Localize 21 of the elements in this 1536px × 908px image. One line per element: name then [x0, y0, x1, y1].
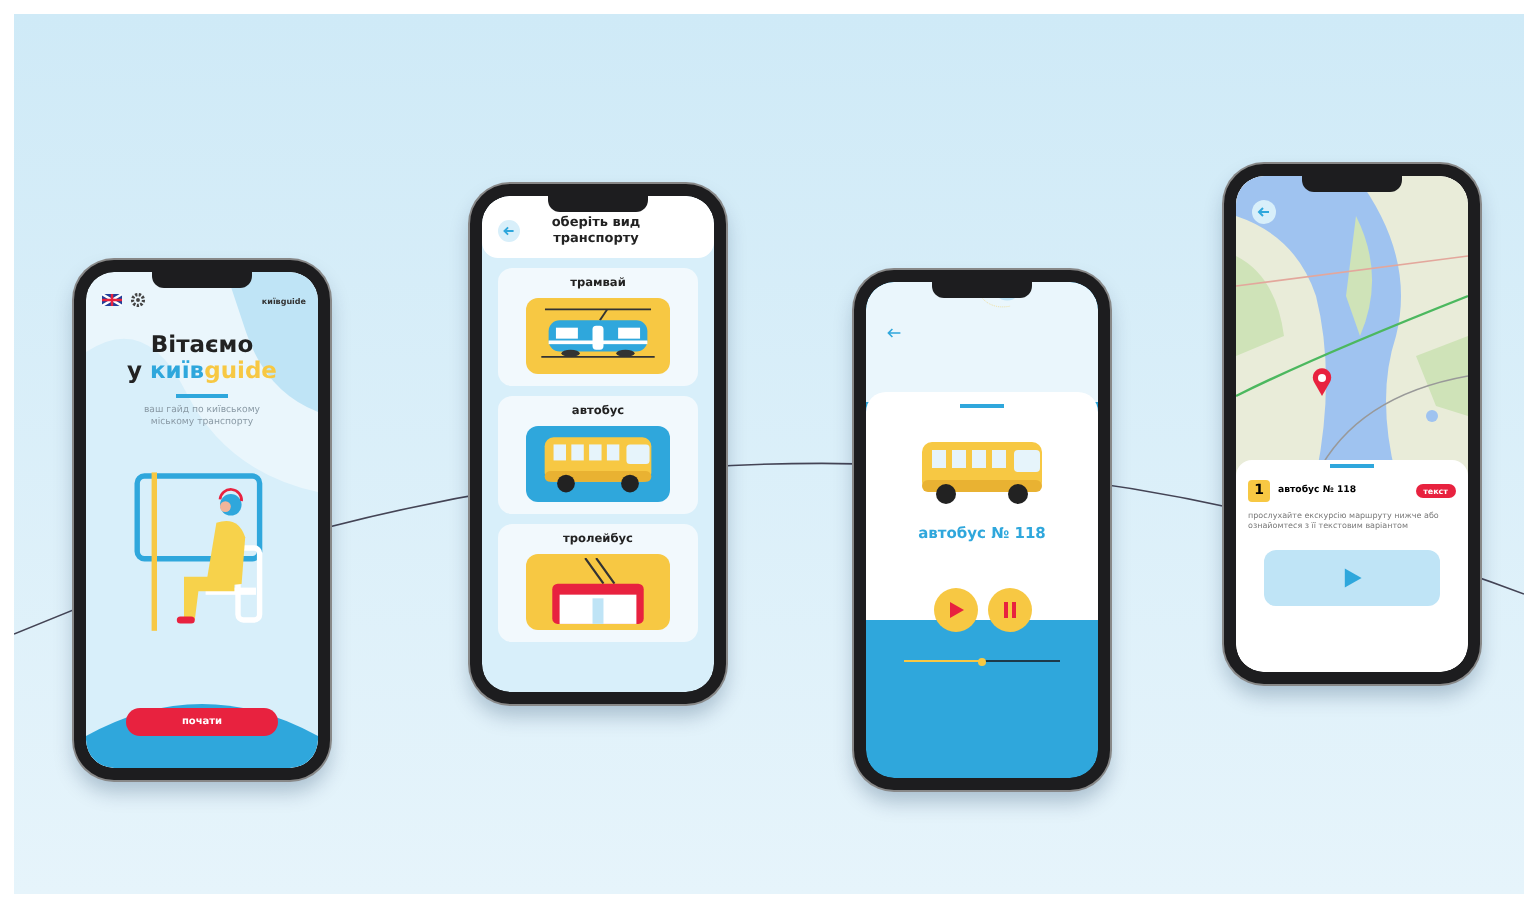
- bus-drawing: [540, 431, 656, 496]
- settings-icon[interactable]: [130, 292, 146, 308]
- back-button-icon[interactable]: [1252, 200, 1276, 224]
- bus-tile[interactable]: [526, 425, 670, 502]
- location-pin-icon: [1312, 368, 1332, 396]
- phone-notch: [1302, 176, 1402, 192]
- pause-icon: [999, 600, 1019, 620]
- phone-notch: [548, 196, 648, 212]
- phone-notch: [152, 272, 252, 288]
- play-icon: [1340, 565, 1364, 590]
- back-button-icon[interactable]: [498, 220, 520, 243]
- drag-handle[interactable]: [1330, 464, 1374, 467]
- welcome-title: Вітаємо: [150, 332, 254, 359]
- phone-notch: [932, 282, 1032, 298]
- drag-handle[interactable]: [960, 404, 1004, 407]
- trolleybus-tile[interactable]: [526, 553, 670, 630]
- brand-title: у київguide: [127, 358, 277, 385]
- uk-flag-icon[interactable]: [102, 294, 122, 306]
- back-arrow-icon[interactable]: [886, 326, 902, 340]
- play-icon: [945, 600, 965, 620]
- tram-tile[interactable]: [526, 297, 670, 374]
